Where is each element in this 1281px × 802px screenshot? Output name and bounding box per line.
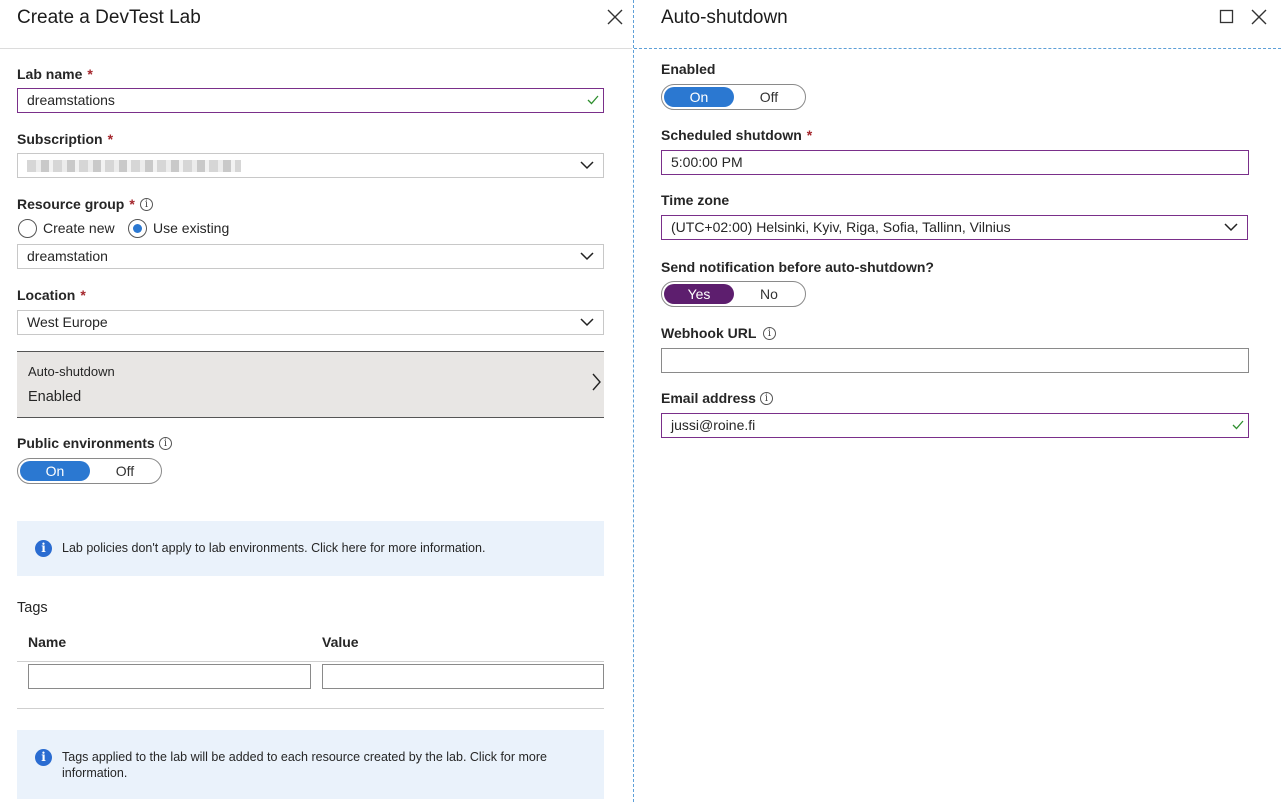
public-environments-off-option[interactable]: Off: [90, 461, 160, 481]
tags-heading: Tags: [17, 600, 48, 616]
info-icon[interactable]: i: [763, 327, 776, 340]
resource-group-select[interactable]: dreamstation: [17, 244, 604, 269]
create-new-label: Create new: [43, 220, 115, 236]
required-marker: *: [80, 287, 86, 303]
email-address-input[interactable]: jussi@roine.fi: [661, 413, 1249, 438]
public-environments-on-option[interactable]: On: [20, 461, 90, 481]
send-notification-toggle[interactable]: Yes No: [661, 281, 806, 307]
send-notification-no-option[interactable]: No: [734, 284, 804, 304]
tags-name-column-header: Name: [28, 634, 67, 650]
auto-shutdown-tile-label: Auto-shutdown: [28, 364, 115, 379]
public-environments-toggle[interactable]: On Off: [17, 458, 162, 484]
email-address-value: jussi@roine.fi: [671, 417, 756, 433]
chevron-down-icon: [580, 252, 594, 261]
close-icon[interactable]: [606, 8, 624, 26]
subscription-select[interactable]: [17, 153, 604, 178]
enabled-toggle[interactable]: On Off: [661, 84, 806, 110]
environment-info-text: Lab policies don't apply to lab environm…: [62, 541, 486, 555]
maximize-icon[interactable]: [1218, 8, 1236, 26]
resource-group-value: dreamstation: [27, 248, 108, 264]
chevron-down-icon: [1224, 223, 1238, 232]
required-marker: *: [806, 127, 813, 143]
blade-header: Auto-shutdown: [634, 0, 1281, 49]
scheduled-shutdown-value: 5:00:00 PM: [671, 154, 743, 170]
subscription-value-redacted: [27, 160, 241, 172]
tags-divider: [17, 708, 604, 709]
lab-name-label: Lab name *: [17, 66, 93, 82]
auto-shutdown-blade: Auto-shutdown Enabled On Off Scheduled s…: [633, 0, 1281, 802]
create-new-radio[interactable]: [18, 219, 37, 238]
location-select[interactable]: West Europe: [17, 310, 604, 335]
auto-shutdown-tile-value: Enabled: [28, 389, 82, 405]
create-devtest-lab-blade: Create a DevTest Lab Lab name * dreamstat…: [0, 0, 632, 802]
public-environments-label: Public environments: [17, 435, 155, 451]
time-zone-value: (UTC+02:00) Helsinki, Kyiv, Riga, Sofia,…: [671, 219, 1011, 235]
tags-header-divider: [17, 661, 604, 662]
location-value: West Europe: [27, 314, 108, 330]
required-marker: *: [87, 66, 93, 82]
use-existing-label: Use existing: [153, 220, 230, 236]
chevron-down-icon: [580, 318, 594, 327]
checkmark-icon: [587, 95, 599, 105]
info-icon: i: [35, 749, 52, 766]
lab-name-input[interactable]: dreamstations: [17, 88, 604, 113]
info-icon[interactable]: i: [140, 198, 153, 211]
blade-header: Create a DevTest Lab: [0, 0, 632, 49]
environment-info-box[interactable]: i Lab policies don't apply to lab enviro…: [17, 521, 604, 576]
checkmark-icon: [1232, 420, 1244, 430]
blade-title: Auto-shutdown: [661, 7, 788, 28]
send-notification-label: Send notification before auto-shutdown?: [661, 259, 934, 275]
tags-value-column-header: Value: [322, 634, 359, 650]
tag-value-input[interactable]: [322, 664, 604, 689]
webhook-url-label: Webhook URL: [661, 325, 757, 341]
subscription-label: Subscription *: [17, 131, 113, 147]
location-label: Location *: [17, 287, 86, 303]
use-existing-radio[interactable]: [128, 219, 147, 238]
subscription-label-text: Subscription: [17, 131, 103, 147]
resource-group-label-text: Resource group: [17, 196, 125, 212]
enabled-on-option[interactable]: On: [664, 87, 734, 107]
webhook-url-input[interactable]: [661, 348, 1249, 373]
info-icon: i: [35, 540, 52, 557]
enabled-off-option[interactable]: Off: [734, 87, 804, 107]
scheduled-shutdown-label: Scheduled shutdown *: [661, 127, 812, 143]
enabled-label: Enabled: [661, 61, 716, 77]
info-icon[interactable]: i: [159, 437, 172, 450]
info-icon[interactable]: i: [760, 392, 773, 405]
chevron-down-icon: [580, 161, 594, 170]
resource-group-label: Resource group *: [17, 196, 135, 212]
scheduled-shutdown-input[interactable]: 5:00:00 PM: [661, 150, 1249, 175]
lab-name-value: dreamstations: [27, 92, 115, 108]
lab-name-label-text: Lab name: [17, 66, 83, 82]
chevron-right-icon: [592, 373, 601, 391]
email-address-label: Email address: [661, 390, 756, 406]
close-icon[interactable]: [1250, 8, 1268, 26]
required-marker: *: [107, 131, 114, 147]
time-zone-select[interactable]: (UTC+02:00) Helsinki, Kyiv, Riga, Sofia,…: [661, 215, 1248, 240]
tag-name-input[interactable]: [28, 664, 311, 689]
auto-shutdown-tile[interactable]: Auto-shutdown Enabled: [17, 351, 604, 418]
required-marker: *: [129, 196, 135, 212]
tags-info-box[interactable]: i Tags applied to the lab will be added …: [17, 730, 604, 799]
send-notification-yes-option[interactable]: Yes: [664, 284, 734, 304]
location-label-text: Location: [17, 287, 76, 303]
tags-info-text: Tags applied to the lab will be added to…: [62, 750, 547, 780]
blade-title: Create a DevTest Lab: [17, 7, 201, 28]
time-zone-label: Time zone: [661, 192, 730, 208]
scheduled-shutdown-label-text: Scheduled shutdown: [661, 127, 802, 143]
